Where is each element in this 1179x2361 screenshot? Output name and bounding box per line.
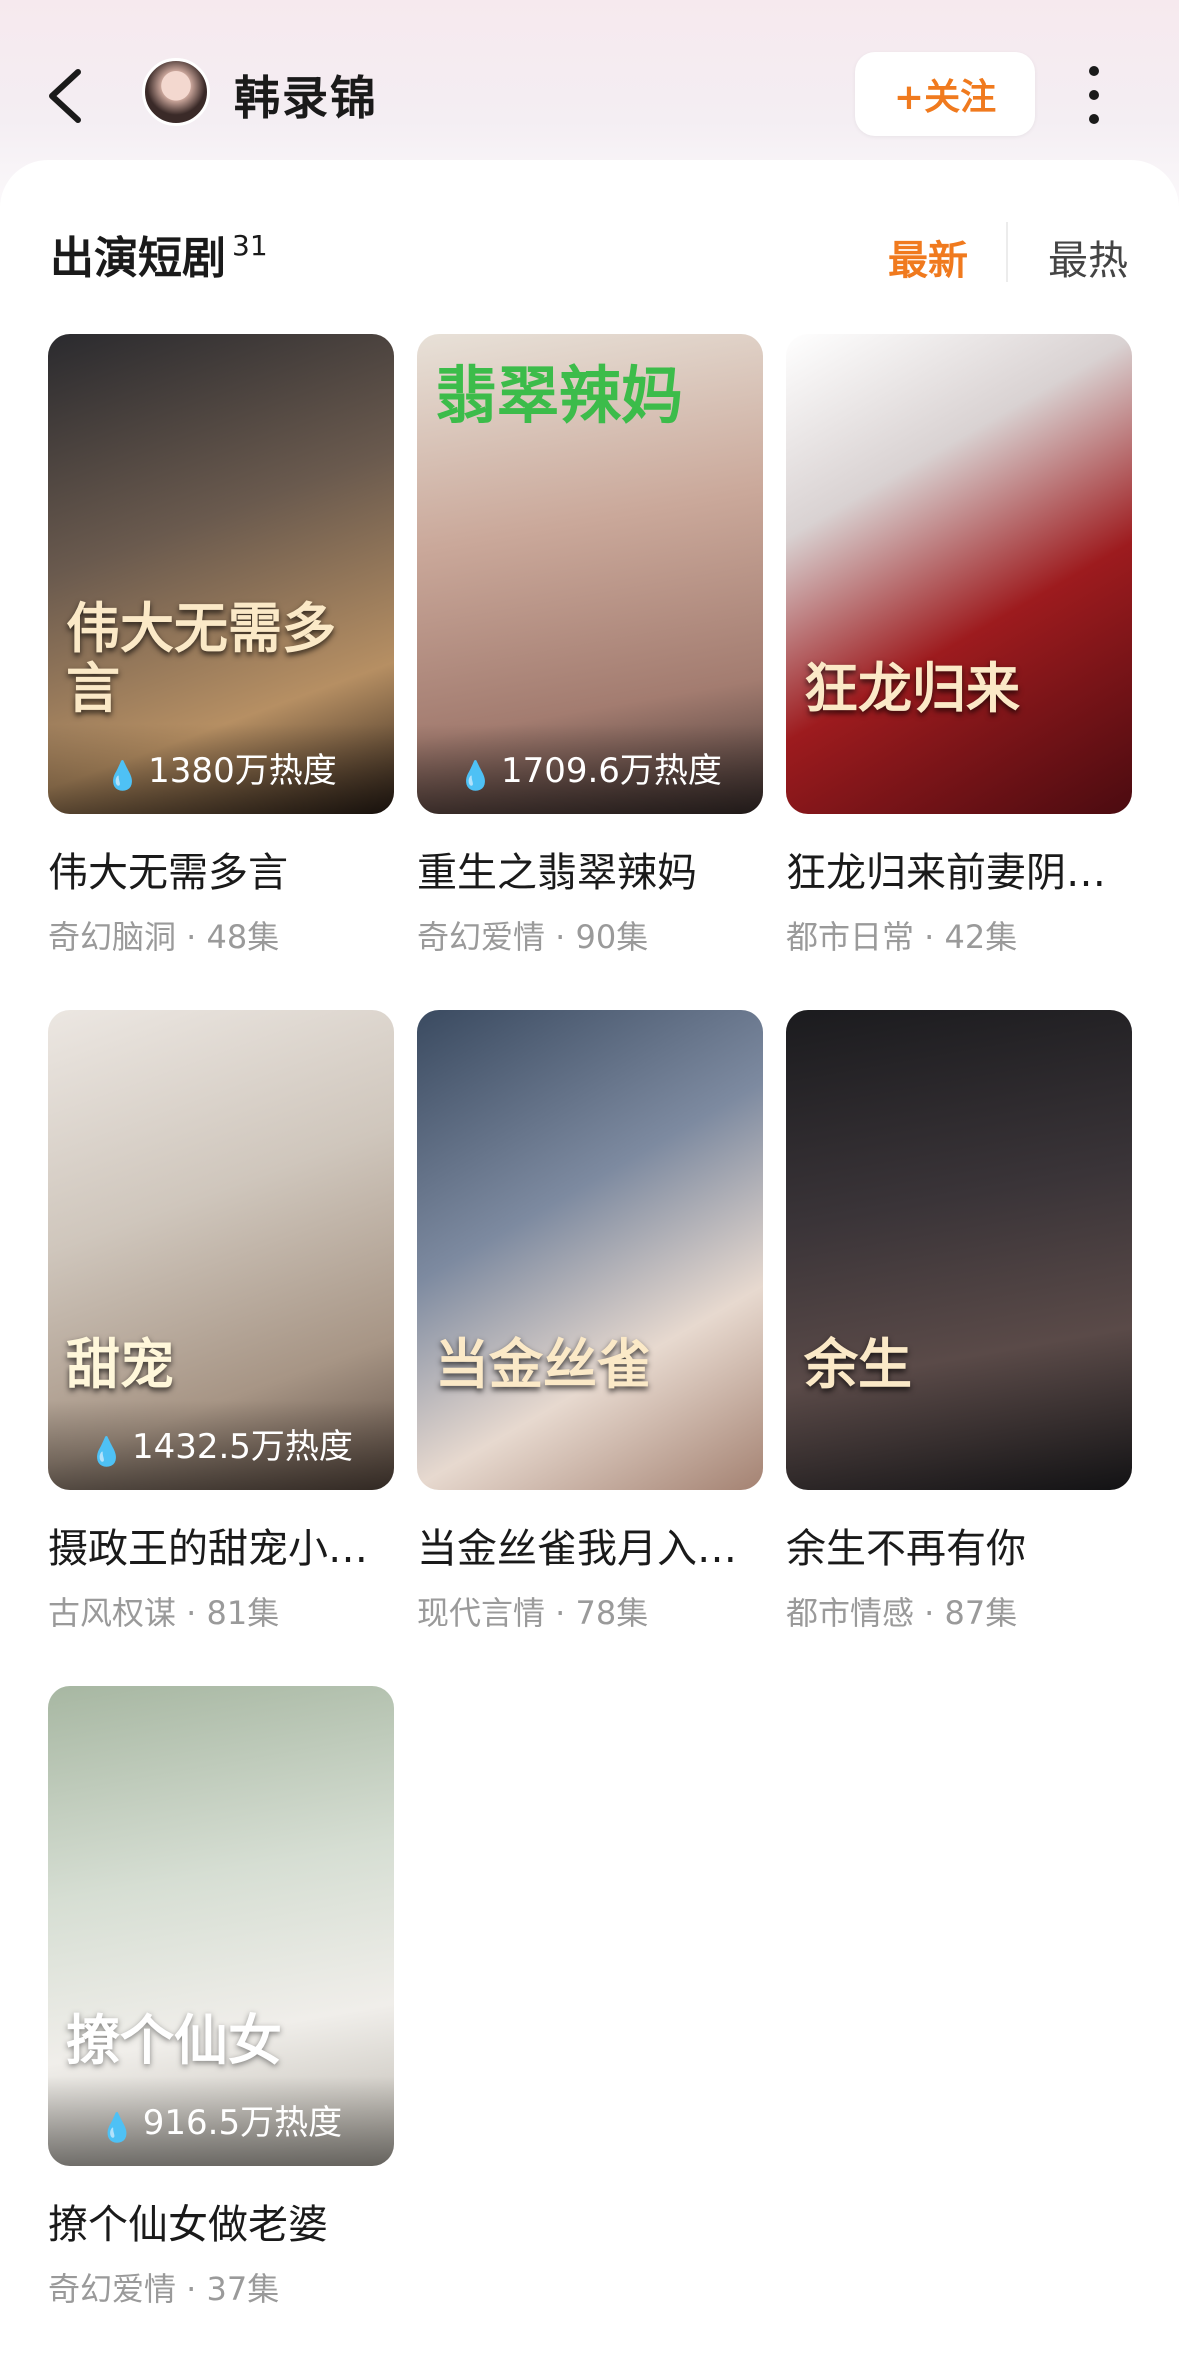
drama-poster[interactable]: 余生 [786,1010,1132,1490]
drama-poster[interactable]: 甜宠 💧 1432.5万热度 [48,1010,394,1490]
poster-title: 当金丝雀 [435,1331,651,1396]
top-bar: 韩录锦 +关注 [0,0,1179,170]
drama-poster[interactable]: 伟大无需多言 💧 1380万热度 [48,334,394,814]
drama-poster[interactable]: 狂龙归来 [786,334,1132,814]
drama-title[interactable]: 摄政王的甜宠小… [48,1516,394,1574]
drama-meta: 都市日常 · 42集 [786,918,1018,956]
heat-badge: 💧 1432.5万热度 [48,1400,394,1490]
more-vertical-icon[interactable] [1078,60,1110,130]
drama-poster[interactable]: 翡翠辣妈 💧 1709.6万热度 [417,334,763,814]
drama-card[interactable]: 伟大无需多言 💧 1380万热度 伟大无需多言 奇幻脑洞 · 48集 [48,334,394,958]
drama-card[interactable]: 余生 余生不再有你 都市情感 · 87集 [786,1010,1132,1634]
drama-title[interactable]: 重生之翡翠辣妈 [417,840,763,898]
heat-value: 916.5万热度 [142,2103,343,2143]
heat-value: 1709.6万热度 [500,751,722,791]
heat-badge: 💧 916.5万热度 [48,2076,394,2166]
chevron-left-icon [49,69,81,123]
poster-title: 余生 [804,1331,912,1396]
sort-newest-tab[interactable]: 最新 [888,228,968,286]
heat-value: 1380万热度 [148,751,337,791]
section-count: 31 [232,229,268,262]
drama-meta: 古风权谋 · 81集 [48,1594,280,1632]
flame-icon: 💧 [99,2111,135,2144]
drama-card[interactable]: 翡翠辣妈 💧 1709.6万热度 重生之翡翠辣妈 奇幻爱情 · 90集 [417,334,763,958]
flame-icon: 💧 [458,759,493,792]
poster-title: 撩个仙女 [66,2007,282,2072]
drama-meta: 现代言情 · 78集 [417,1594,649,1632]
back-button[interactable] [38,56,98,136]
poster-title: 翡翠辣妈 [435,359,684,432]
flame-icon: 💧 [105,759,141,792]
poster-title: 甜宠 [66,1331,174,1396]
poster-title: 伟大无需多言 [66,596,336,720]
drama-poster[interactable]: 撩个仙女 💧 916.5万热度 [48,1686,394,2166]
sort-divider [1006,222,1008,282]
drama-card[interactable]: 狂龙归来 狂龙归来前妻阴… 都市日常 · 42集 [786,334,1132,958]
drama-title[interactable]: 狂龙归来前妻阴… [786,840,1132,898]
actor-name: 韩录锦 [234,71,378,125]
drama-title[interactable]: 当金丝雀我月入… [417,1516,763,1574]
drama-card[interactable]: 撩个仙女 💧 916.5万热度 撩个仙女做老婆 奇幻爱情 · 37集 [48,1686,394,2310]
heat-badge: 💧 1709.6万热度 [417,724,763,814]
drama-meta: 奇幻爱情 · 90集 [417,918,649,956]
section-title-text: 出演短剧 [50,233,226,284]
drama-meta: 奇幻爱情 · 37集 [48,2270,280,2308]
drama-title[interactable]: 撩个仙女做老婆 [48,2192,394,2250]
sort-hottest-tab[interactable]: 最热 [1048,228,1128,286]
drama-meta: 都市情感 · 87集 [786,1594,1018,1632]
drama-title[interactable]: 余生不再有你 [786,1516,1132,1574]
follow-button[interactable]: +关注 [855,52,1035,136]
avatar[interactable] [142,58,210,126]
drama-card[interactable]: 当金丝雀 当金丝雀我月入… 现代言情 · 78集 [417,1010,763,1634]
section-title: 出演短剧 31 [50,222,268,286]
drama-poster[interactable]: 当金丝雀 [417,1010,763,1490]
poster-title: 狂龙归来 [804,655,1020,720]
heat-badge: 💧 1380万热度 [48,724,394,814]
flame-icon: 💧 [89,1435,124,1468]
heat-value: 1432.5万热度 [131,1427,353,1467]
drama-title[interactable]: 伟大无需多言 [48,840,394,898]
drama-meta: 奇幻脑洞 · 48集 [48,918,280,956]
drama-card[interactable]: 甜宠 💧 1432.5万热度 摄政王的甜宠小… 古风权谋 · 81集 [48,1010,394,1634]
